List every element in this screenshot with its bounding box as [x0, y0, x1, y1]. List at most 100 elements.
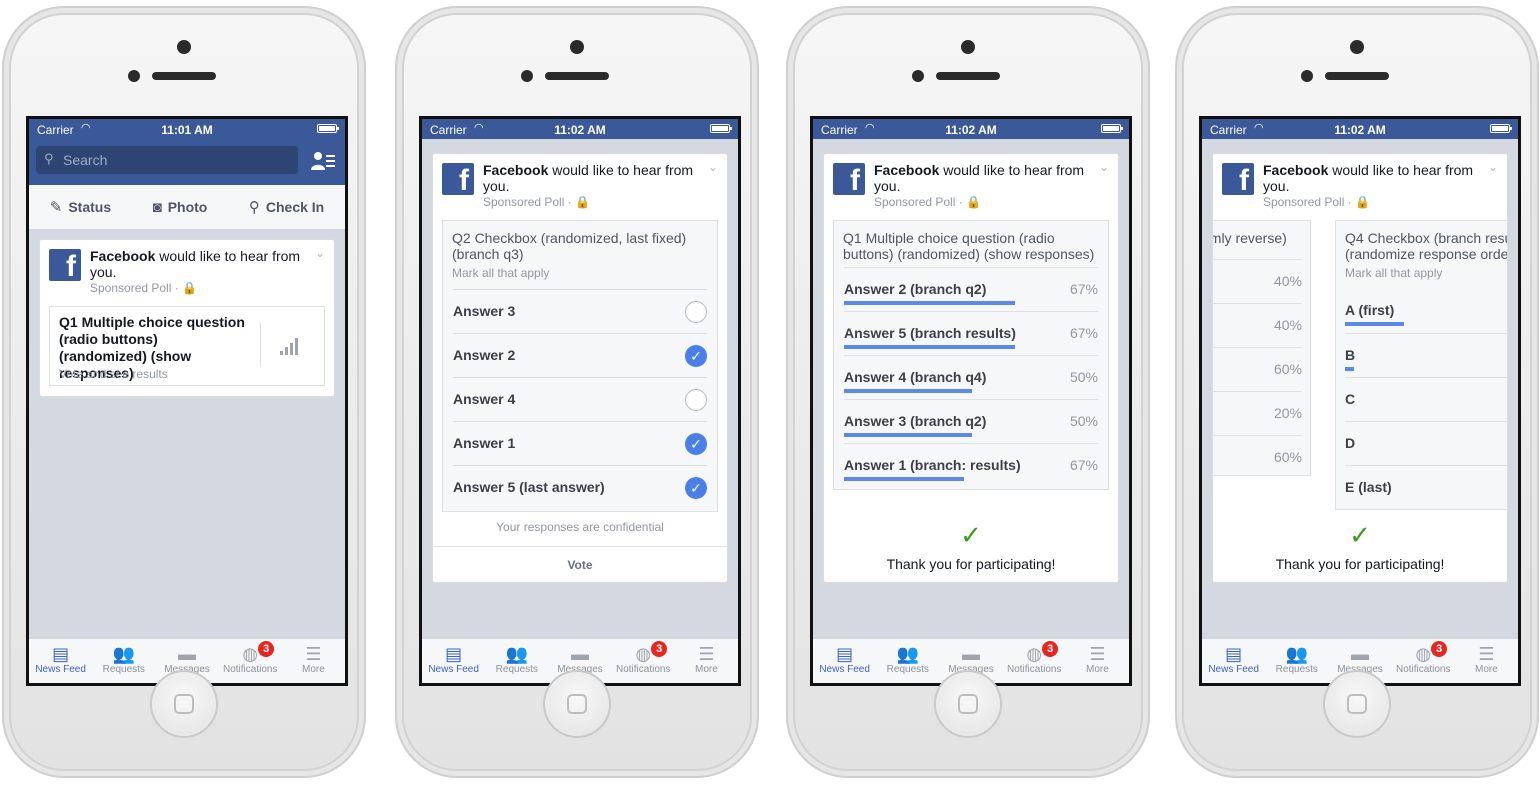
requests-icon: 👥 [896, 644, 920, 664]
tab-more[interactable]: ☰ More [675, 639, 738, 683]
status-bar: Carrier ◠ 11:01 AM [29, 119, 345, 139]
search-input[interactable]: ⚲ Search [36, 146, 298, 174]
option-row[interactable]: Answer 3 [453, 289, 707, 334]
check-in-button[interactable]: ⚲ Check In [249, 198, 324, 216]
option-row[interactable]: Answer 1 ✓ [453, 421, 707, 466]
option-row[interactable]: Answer 2 ✓ [453, 333, 707, 378]
result-percent: 50% [1069, 369, 1098, 385]
front-camera [177, 40, 191, 54]
tab-news-feed[interactable]: ▤ News Feed [813, 639, 876, 683]
result-percent: 67% [1069, 281, 1098, 297]
brand-name: Facebook [874, 162, 940, 178]
tab-more[interactable]: ☰ More [1455, 639, 1518, 683]
tab-notifications[interactable]: ◍ 3 Notifications [612, 639, 675, 683]
result-percent: 67% [1069, 457, 1098, 473]
friends-list-icon[interactable] [311, 151, 335, 171]
result-label: Answer 3 (branch q2) [844, 413, 987, 429]
status-label: Status [68, 199, 112, 215]
tab-notifications[interactable]: ◍ 3 Notifications [219, 639, 282, 683]
tab-news-feed[interactable]: ▤ News Feed [422, 639, 485, 683]
poll-question-box[interactable]: Q1 Multiple choice question (radio butto… [49, 306, 325, 386]
tab-label: News Feed [428, 664, 479, 675]
home-button[interactable] [543, 670, 611, 738]
tab-requests[interactable]: 👥 Requests [92, 639, 155, 683]
phone-3: Carrier ◠ 11:02 AM f Facebook would like… [786, 6, 1150, 778]
result-bar [1345, 367, 1354, 371]
card-header: f Facebook would like to hear from you. … [40, 240, 334, 298]
result-row: 40% [1213, 259, 1302, 304]
battery-icon [710, 124, 732, 133]
tab-requests[interactable]: 👥 Requests [1265, 639, 1328, 683]
tab-news-feed[interactable]: ▤ News Feed [1202, 639, 1265, 683]
facebook-logo-icon: f [833, 163, 865, 195]
home-button[interactable] [1323, 670, 1391, 738]
home-button[interactable] [934, 670, 1002, 738]
home-square-icon [567, 694, 587, 714]
tab-notifications[interactable]: ◍ 3 Notifications [1392, 639, 1455, 683]
search-icon: ⚲ [44, 151, 54, 166]
tab-requests[interactable]: 👥 Requests [876, 639, 939, 683]
screen-4: Carrier ◠ 11:02 AM f Facebook would like… [1199, 116, 1521, 686]
status-time: 11:01 AM [161, 123, 213, 137]
chevron-down-icon[interactable]: ⌄ [708, 160, 718, 174]
result-bar [844, 433, 972, 437]
location-pin-icon: ⚲ [248, 199, 260, 216]
option-row[interactable]: Answer 5 (last answer) ✓ [453, 465, 707, 510]
previous-question-panel[interactable]: omly reverse) 40% 40% 60% 20% 60% [1213, 220, 1311, 476]
checkbox-checked-icon[interactable]: ✓ [685, 433, 707, 455]
chevron-down-icon[interactable]: ⌄ [1099, 160, 1109, 174]
news-feed-icon: ▤ [445, 644, 463, 664]
poll-hint: Mark all that apply [1345, 266, 1443, 280]
checkbox-unchecked[interactable] [685, 301, 707, 323]
sensor-dot [128, 70, 140, 82]
screen-3: Carrier ◠ 11:02 AM f Facebook would like… [810, 116, 1132, 686]
poll-question: Q1 Multiple choice question (radio butto… [843, 230, 1095, 262]
success-check-icon: ✓ [960, 520, 982, 550]
checkbox-checked-icon[interactable]: ✓ [685, 345, 707, 367]
option-row[interactable]: Answer 4 [453, 377, 707, 422]
tab-more[interactable]: ☰ More [1066, 639, 1129, 683]
sponsored-poll-card: f Facebook would like to hear from you. … [432, 153, 728, 583]
result-percent: 67% [1069, 325, 1098, 341]
sponsored-label: Sponsored Poll · 🔒 [874, 195, 981, 209]
edit-icon: ✎ [49, 199, 63, 216]
poll-results-box: Q4 Checkbox (branch results) (randomize … [1335, 220, 1507, 510]
status-time: 11:02 AM [945, 123, 997, 137]
result-row: Answer 4 (branch q4) 50% [844, 355, 1098, 400]
checkbox-unchecked[interactable] [685, 389, 707, 411]
tab-more[interactable]: ☰ More [282, 639, 345, 683]
tab-label: More [1475, 664, 1498, 675]
confidential-note: Your responses are confidential [496, 520, 664, 534]
sensor-dot [912, 70, 924, 82]
phone-1: Carrier ◠ 11:01 AM ⚲ Search ✎ Status ◙ P… [2, 6, 366, 778]
result-percent: 40% [1273, 317, 1302, 333]
photo-button[interactable]: ◙ Photo [153, 199, 208, 216]
result-bar [844, 301, 1015, 305]
tab-requests[interactable]: 👥 Requests [485, 639, 548, 683]
sponsored-poll-card: f Facebook would like to hear from you. … [39, 239, 335, 397]
chevron-down-icon[interactable]: ⌄ [315, 246, 325, 260]
sponsored-poll-card: f Facebook would like to hear from you. … [823, 153, 1119, 583]
checkbox-checked-icon[interactable]: ✓ [685, 477, 707, 499]
result-row: B [1345, 333, 1507, 378]
result-percent: 50% [1069, 413, 1098, 429]
result-percent: 20% [1273, 405, 1302, 421]
brand-name: Facebook [483, 162, 549, 178]
messages-icon: ▬ [1351, 644, 1369, 664]
home-button[interactable] [150, 670, 218, 738]
poll-results-box: Q1 Multiple choice question (radio butto… [833, 220, 1109, 490]
tab-news-feed[interactable]: ▤ News Feed [29, 639, 92, 683]
facebook-logo-icon: f [442, 163, 474, 195]
sensor-dot [1301, 70, 1313, 82]
menu-icon: ☰ [1089, 644, 1106, 664]
tab-notifications[interactable]: ◍ 3 Notifications [1003, 639, 1066, 683]
requests-icon: 👥 [1285, 644, 1309, 664]
result-label: Answer 2 (branch q2) [844, 281, 987, 297]
messages-icon: ▬ [571, 644, 589, 664]
chevron-down-icon[interactable]: ⌄ [1488, 160, 1498, 174]
status-bar: Carrier ◠ 11:02 AM [1202, 119, 1518, 139]
status-button[interactable]: ✎ Status [50, 198, 111, 216]
vote-button[interactable]: Vote [433, 546, 727, 583]
home-square-icon [1347, 694, 1367, 714]
result-row: 60% [1213, 347, 1302, 392]
